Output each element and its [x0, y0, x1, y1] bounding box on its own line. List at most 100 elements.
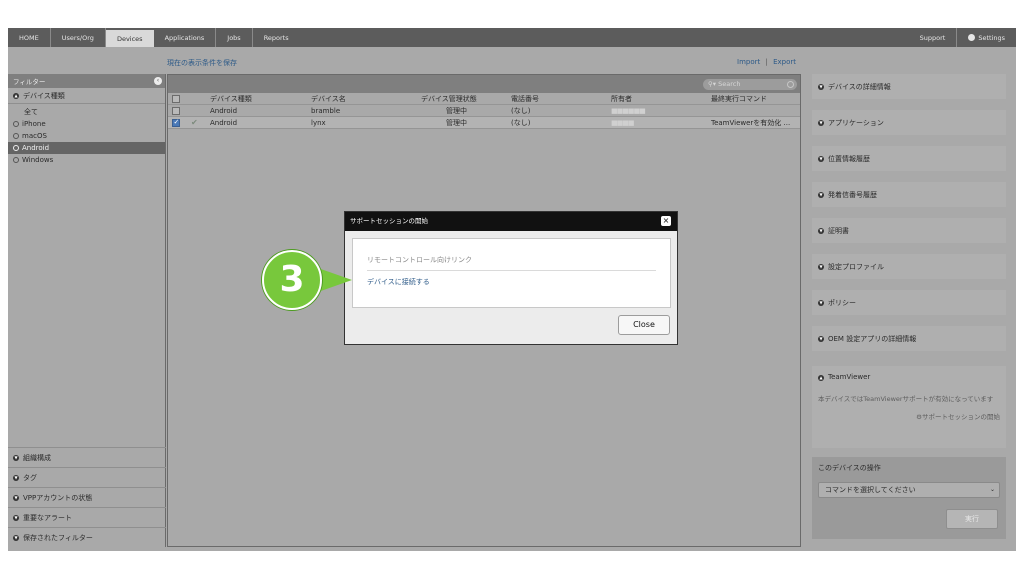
card-label: アプリケーション [828, 118, 884, 127]
radio-icon [13, 132, 19, 139]
save-filter-link[interactable]: 現在の表示条件を保存 [167, 58, 237, 68]
cell-owner: ■■■■ [611, 118, 634, 127]
column-header[interactable]: 最終実行コマンド [711, 94, 767, 104]
card-call-history[interactable]: ▼ 発着信番号履歴 [812, 182, 1006, 207]
device-type-windows[interactable]: Windows [8, 154, 165, 166]
run-button[interactable]: 実行 [946, 509, 998, 529]
section-tags[interactable]: ▼ タグ [8, 467, 166, 487]
card-label: OEM 設定アプリの詳細情報 [828, 334, 917, 343]
device-type-section-label: デバイス種類 [23, 91, 65, 100]
chevron-down-icon: ▼ [818, 155, 824, 162]
radio-icon [13, 120, 19, 127]
operations-title: このデバイスの操作 [818, 464, 881, 472]
cell-status: 管理中 [446, 118, 467, 127]
card-policy[interactable]: ▼ ポリシー [812, 290, 1006, 315]
link-label: サポートセッションの開始 [922, 413, 1000, 421]
section-label: VPPアカウントの状態 [23, 493, 93, 502]
card-label: デバイスの詳細情報 [828, 82, 891, 91]
card-label: 証明書 [828, 226, 849, 235]
device-type-macos[interactable]: macOS [8, 130, 165, 142]
top-navigation: HOME Users/Org Devices Applications Jobs… [8, 28, 1016, 47]
row-checkbox[interactable] [172, 106, 180, 115]
card-certificates[interactable]: ▼ 証明書 [812, 218, 1006, 243]
nav-reports[interactable]: Reports [253, 28, 300, 47]
command-select-value: コマンドを選択してください [825, 486, 916, 494]
radio-icon [13, 144, 19, 151]
cell-device-name: lynx [311, 118, 326, 127]
card-location-history[interactable]: ▼ 位置情報履歴 [812, 146, 1006, 171]
app-window: HOME Users/Org Devices Applications Jobs… [0, 0, 1024, 576]
nav-users-org[interactable]: Users/Org [51, 28, 106, 47]
nav-devices[interactable]: Devices [105, 30, 154, 47]
card-config-profiles[interactable]: ▼ 設定プロファイル [812, 254, 1006, 279]
teamviewer-header[interactable]: ▲ TeamViewer [818, 373, 1000, 381]
device-type-section[interactable]: ▲ デバイス種類 [8, 88, 165, 104]
start-support-session-link[interactable]: ⚙サポートセッションの開始 [818, 411, 1000, 421]
import-link[interactable]: Import [737, 58, 760, 66]
nav-home[interactable]: HOME [8, 28, 51, 47]
section-org-structure[interactable]: ▼ 組織構成 [8, 447, 166, 467]
chevron-down-icon: ▼ [818, 299, 824, 306]
collapse-icon[interactable]: ‹ [154, 77, 162, 85]
nav-support[interactable]: Support [909, 28, 958, 47]
step-pointer [318, 268, 352, 292]
device-detail-panel: ▼ デバイスの詳細情報 ▼ アプリケーション ▼ 位置情報履歴 ▼ 発着信番号履歴 ▼ 証… [808, 74, 1016, 547]
device-type-list: 全て iPhone macOS Android Windows [8, 104, 165, 166]
table-toolbar: ⚲▾ Search [168, 75, 800, 93]
column-header[interactable]: デバイス種類 [210, 94, 252, 104]
cell-owner: ■■■■■■ [611, 106, 646, 115]
chevron-down-icon: ▼ [818, 191, 824, 198]
import-export-links: Import | Export [737, 58, 796, 66]
chevron-down-icon: ▼ [818, 119, 824, 126]
card-device-details[interactable]: ▼ デバイスの詳細情報 [812, 74, 1006, 99]
command-select[interactable]: コマンドを選択してください ⌄ [818, 482, 1000, 498]
nav-applications[interactable]: Applications [154, 28, 217, 47]
device-operations: このデバイスの操作 コマンドを選択してください ⌄ 実行 [812, 457, 1006, 539]
chevron-down-icon: ▼ [818, 263, 824, 270]
chevron-down-icon: ▼ [818, 227, 824, 234]
close-icon[interactable]: × [661, 216, 671, 226]
chevron-down-icon: ▼ [13, 474, 19, 481]
table-header: デバイス種類 デバイス名 デバイス管理状態 電話番号 所有者 最終実行コマンド [168, 93, 800, 105]
card-teamviewer: ▲ TeamViewer 本デバイスではTeamViewerサポートが有効になって… [812, 366, 1006, 448]
device-type-iphone[interactable]: iPhone [8, 118, 165, 130]
card-oem-config[interactable]: ▼ OEM 設定アプリの詳細情報 [812, 326, 1006, 351]
column-header[interactable]: 電話番号 [511, 94, 539, 104]
chevron-down-icon: ⌄ [989, 486, 995, 493]
section-vpp-account[interactable]: ▼ VPPアカウントの状態 [8, 487, 166, 507]
table-row[interactable]: ✔ Android lynx 管理中 (なし) ■■■■ TeamViewerを… [168, 117, 800, 129]
column-header[interactable]: 所有者 [611, 94, 632, 104]
row-checkbox[interactable] [172, 118, 180, 127]
section-critical-alerts[interactable]: ▼ 重要なアラート [8, 507, 166, 527]
close-button[interactable]: Close [618, 315, 670, 335]
card-label: 設定プロファイル [828, 262, 884, 271]
remote-control-link-label: リモートコントロール向けリンク [367, 256, 472, 264]
clear-icon[interactable] [787, 81, 794, 88]
cell-last-command: TeamViewerを有効化 ... [711, 118, 791, 127]
device-table: デバイス種類 デバイス名 デバイス管理状態 電話番号 所有者 最終実行コマンド … [168, 93, 800, 129]
device-type-label: Windows [22, 156, 54, 164]
table-row[interactable]: Android bramble 管理中 (なし) ■■■■■■ [168, 105, 800, 117]
column-header[interactable]: デバイス名 [311, 94, 346, 104]
nav-settings-label: Settings [978, 33, 1005, 42]
select-all-checkbox[interactable] [172, 94, 180, 103]
chevron-up-icon: ▲ [13, 92, 19, 99]
export-link[interactable]: Export [773, 58, 796, 66]
check-icon: ✔ [191, 118, 198, 127]
card-label: 位置情報履歴 [828, 154, 870, 163]
card-label: 発着信番号履歴 [828, 190, 877, 199]
card-applications[interactable]: ▼ アプリケーション [812, 110, 1006, 135]
device-type-label: iPhone [22, 120, 46, 128]
chevron-down-icon: ▼ [13, 454, 19, 461]
device-type-label: Android [22, 144, 50, 152]
device-type-all[interactable]: 全て [8, 106, 165, 118]
cell-device-type: Android [210, 106, 238, 115]
section-saved-filters[interactable]: ▼ 保存されたフィルター [8, 527, 166, 547]
column-header[interactable]: デバイス管理状態 [421, 94, 477, 104]
search-input[interactable]: ⚲▾ Search [703, 79, 797, 90]
chevron-up-icon: ▲ [818, 375, 824, 381]
device-type-android[interactable]: Android [8, 142, 165, 154]
nav-jobs[interactable]: Jobs [216, 28, 253, 47]
nav-settings[interactable]: Settings [957, 28, 1016, 47]
connect-device-link[interactable]: デバイスに接続する [367, 277, 430, 287]
